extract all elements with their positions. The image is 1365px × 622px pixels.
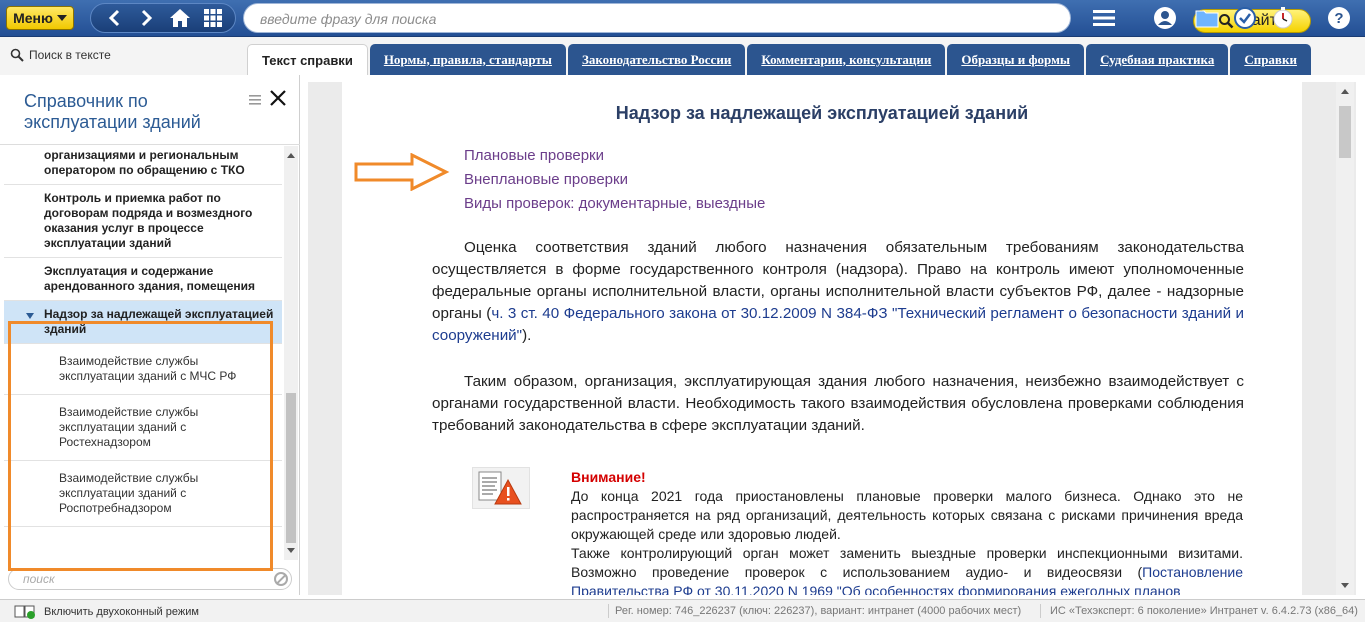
user-icon xyxy=(1154,7,1176,29)
forward-button[interactable] xyxy=(133,6,161,30)
document-scrollbar[interactable] xyxy=(1336,82,1354,595)
warning-paragraph: Также контролирующий орган может заменит… xyxy=(571,544,1243,595)
folder-button[interactable] xyxy=(1192,4,1222,32)
tab-help-text[interactable]: Текст справки xyxy=(247,44,368,75)
secondary-bar: Поиск в тексте Текст справки Нормы, прав… xyxy=(0,37,1365,75)
main-search-box: Найти xyxy=(243,3,1311,33)
sidebar-scrollbar[interactable] xyxy=(284,146,298,560)
status-bar: Включить двухоконный режим Рег. номер: 7… xyxy=(0,599,1365,622)
divider xyxy=(1040,604,1041,618)
tab-norms[interactable]: Нормы, правила, стандарты xyxy=(369,44,566,75)
divider xyxy=(608,604,609,618)
home-button[interactable] xyxy=(166,6,194,30)
annotation-arrow-icon xyxy=(354,153,450,191)
navigation-group xyxy=(90,3,236,33)
help-button[interactable]: ? xyxy=(1324,4,1354,32)
document-toc: Плановые проверки Внеплановые проверки В… xyxy=(464,144,765,216)
toc-link[interactable]: Внеплановые проверки xyxy=(464,168,765,192)
tree-item-selected[interactable]: Надзор за надлежащей эксплуатацией здани… xyxy=(4,301,282,344)
toc-link[interactable]: Виды проверок: документарные, выездные xyxy=(464,192,765,216)
search-in-text-button[interactable]: Поиск в тексте xyxy=(10,48,111,62)
back-button[interactable] xyxy=(100,6,128,30)
tree-subitem[interactable]: Взаимодействие службы эксплуатации здани… xyxy=(4,395,282,461)
registration-info: Рег. номер: 746_226237 (ключ: 226237), в… xyxy=(615,605,1022,617)
clear-search-icon[interactable] xyxy=(274,572,288,586)
sidebar-header: Справочник по эксплуатации зданий xyxy=(0,75,300,145)
top-toolbar: Меню Найти xyxy=(0,0,1365,37)
sidebar: Справочник по эксплуатации зданий органи… xyxy=(0,75,300,595)
expand-arrow-icon xyxy=(26,313,34,319)
tree-subitem[interactable]: Взаимодействие службы эксплуатации здани… xyxy=(4,344,282,395)
two-window-icon xyxy=(14,605,35,619)
search-in-text-label: Поиск в тексте xyxy=(29,48,111,62)
hamburger-icon xyxy=(1093,10,1115,26)
svg-text:?: ? xyxy=(1334,10,1343,27)
paragraph-text: ). xyxy=(522,327,532,344)
tree-item-label: Надзор за надлежащей эксплуатацией здани… xyxy=(44,307,274,336)
apps-grid-button[interactable] xyxy=(199,6,227,30)
scroll-up-icon[interactable] xyxy=(287,153,295,158)
scroll-down-icon[interactable] xyxy=(287,548,295,553)
warning-document-icon xyxy=(472,467,530,509)
hamburger-menu-button[interactable] xyxy=(1089,4,1119,32)
scrollbar-thumb[interactable] xyxy=(1339,106,1351,158)
two-window-label: Включить двухоконный режим xyxy=(44,606,199,618)
sidebar-title: Справочник по эксплуатации зданий xyxy=(24,91,201,132)
scroll-up-icon[interactable] xyxy=(1341,89,1349,94)
menu-button[interactable]: Меню xyxy=(6,6,74,30)
home-icon xyxy=(169,9,190,27)
tab-references[interactable]: Справки xyxy=(1230,44,1311,75)
user-profile-button[interactable] xyxy=(1150,4,1180,32)
warning-title: Внимание! xyxy=(571,469,646,485)
law-link[interactable]: ч. 3 ст. 40 Федерального закона от 30.12… xyxy=(432,305,1244,344)
paragraph: Таким образом, организация, эксплуатирую… xyxy=(432,371,1244,437)
tree-item[interactable]: Контроль и приемка работ по договорам по… xyxy=(4,185,282,258)
sidebar-search xyxy=(8,568,292,590)
chevron-left-icon xyxy=(108,9,119,27)
scrollbar-thumb[interactable] xyxy=(286,393,296,543)
scroll-down-icon[interactable] xyxy=(1341,583,1349,588)
toc-link[interactable]: Плановые проверки xyxy=(464,144,765,168)
search-icon xyxy=(10,48,24,62)
sidebar-search-input[interactable] xyxy=(23,572,263,586)
history-button[interactable] xyxy=(1230,4,1260,32)
grid-icon xyxy=(203,9,222,27)
tab-legislation[interactable]: Законодательство России xyxy=(567,44,746,75)
menu-button-label: Меню xyxy=(13,10,53,26)
sidebar-tree: организациями и региональным оператором … xyxy=(4,146,282,560)
tree-item[interactable]: Эксплуатация и содержание арендованного … xyxy=(4,258,282,301)
clock-check-icon xyxy=(1234,7,1256,29)
help-icon: ? xyxy=(1328,7,1350,29)
version-info: ИС «Техэксперт: 6 поколение» Интранет v.… xyxy=(1050,605,1358,617)
warning-text: До конца 2021 года приостановлены планов… xyxy=(571,487,1243,595)
paragraph: Оценка соответствия зданий любого назнач… xyxy=(432,237,1244,347)
warning-paragraph: До конца 2021 года приостановлены планов… xyxy=(571,488,1243,542)
content-tabs: Текст справки Нормы, правила, стандарты … xyxy=(247,44,1313,75)
tab-comments[interactable]: Комментарии, консультации xyxy=(747,44,946,75)
two-window-mode-button[interactable]: Включить двухоконный режим xyxy=(14,605,199,619)
chevron-right-icon xyxy=(141,9,152,27)
close-icon xyxy=(270,90,286,106)
sidebar-options-button[interactable] xyxy=(249,93,261,105)
menu-dropdown-icon xyxy=(56,15,67,21)
tab-templates[interactable]: Образцы и формы xyxy=(947,44,1085,75)
document-title: Надзор за надлежащей эксплуатацией здани… xyxy=(615,103,1029,123)
main-search-input[interactable] xyxy=(260,10,940,28)
tab-court-practice[interactable]: Судебная практика xyxy=(1086,44,1229,75)
tree-item[interactable]: организациями и региональным оператором … xyxy=(4,146,282,185)
timer-button[interactable] xyxy=(1268,4,1298,32)
tree-subitem[interactable]: Взаимодействие службы эксплуатации здани… xyxy=(4,461,282,527)
sidebar-close-button[interactable] xyxy=(270,89,286,109)
paragraph-text: Таким образом, организация, эксплуатирую… xyxy=(432,373,1244,434)
document-page: Надзор за надлежащей эксплуатацией здани… xyxy=(342,82,1302,595)
folder-icon xyxy=(1195,10,1219,28)
list-icon xyxy=(249,95,261,105)
stopwatch-icon xyxy=(1273,7,1293,29)
